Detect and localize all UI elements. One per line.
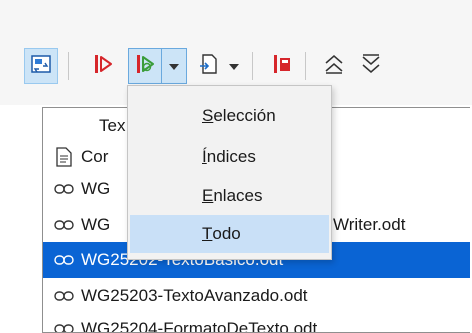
update-button[interactable]	[86, 48, 120, 84]
list-item-label-tail: Writer.odt	[333, 215, 406, 234]
menu-item-seleccion[interactable]: Selección	[130, 97, 329, 135]
menu-item-mnemonic: S	[202, 106, 214, 125]
menu-item-label: odo	[212, 224, 241, 243]
list-item-label: WG	[81, 179, 111, 198]
save-contents-button[interactable]	[266, 48, 298, 84]
toggle-master-view-icon	[30, 53, 52, 80]
link-icon	[53, 254, 75, 266]
list-item-label: Cor	[81, 147, 109, 166]
save-contents-icon	[271, 52, 293, 81]
menu-item-enlaces[interactable]: Enlaces	[130, 177, 329, 215]
dropdown-arrow-icon	[169, 57, 179, 75]
link-icon	[53, 219, 75, 231]
toolbar-separator	[252, 52, 253, 80]
menu-item-label: ndices	[206, 147, 256, 166]
list-item[interactable]: WG25204-FormatoDeTexto.odt	[43, 311, 470, 332]
update-dropdown-button[interactable]	[161, 48, 187, 84]
document-icon	[53, 147, 75, 167]
move-up-button[interactable]	[318, 48, 350, 84]
list-item-label: Tex	[99, 116, 126, 135]
link-icon	[53, 290, 75, 302]
move-down-icon	[360, 53, 382, 80]
insert-button[interactable]	[194, 48, 224, 84]
list-item-label: WG25203-TextoAvanzado.odt	[81, 286, 308, 305]
move-down-button[interactable]	[355, 48, 387, 84]
link-icon	[53, 323, 75, 332]
toggle-master-view-button[interactable]	[24, 48, 58, 84]
menu-item-mnemonic: T	[202, 224, 213, 243]
toolbar-separator	[68, 52, 69, 80]
update-split-button[interactable]	[128, 48, 162, 84]
list-item[interactable]: WG25203-TextoAvanzado.odt	[43, 278, 470, 314]
menu-item-mnemonic: E	[202, 186, 214, 205]
insert-dropdown-button[interactable]	[224, 48, 244, 84]
update-icon	[92, 52, 114, 81]
dropdown-arrow-icon	[229, 57, 239, 75]
menu-item-todo[interactable]: Todo	[130, 215, 329, 253]
menu-item-indices[interactable]: Índices	[130, 138, 329, 176]
menu-item-label: elección	[213, 106, 276, 125]
toolbar-separator	[305, 52, 306, 80]
menu-item-label: nlaces	[213, 186, 263, 205]
update-icon	[134, 52, 156, 81]
link-icon	[53, 183, 75, 195]
move-up-icon	[323, 53, 345, 80]
insert-icon	[198, 52, 220, 81]
update-dropdown-menu: Selección Índices Enlaces Todo	[127, 85, 332, 260]
list-item-label: WG	[81, 215, 111, 234]
